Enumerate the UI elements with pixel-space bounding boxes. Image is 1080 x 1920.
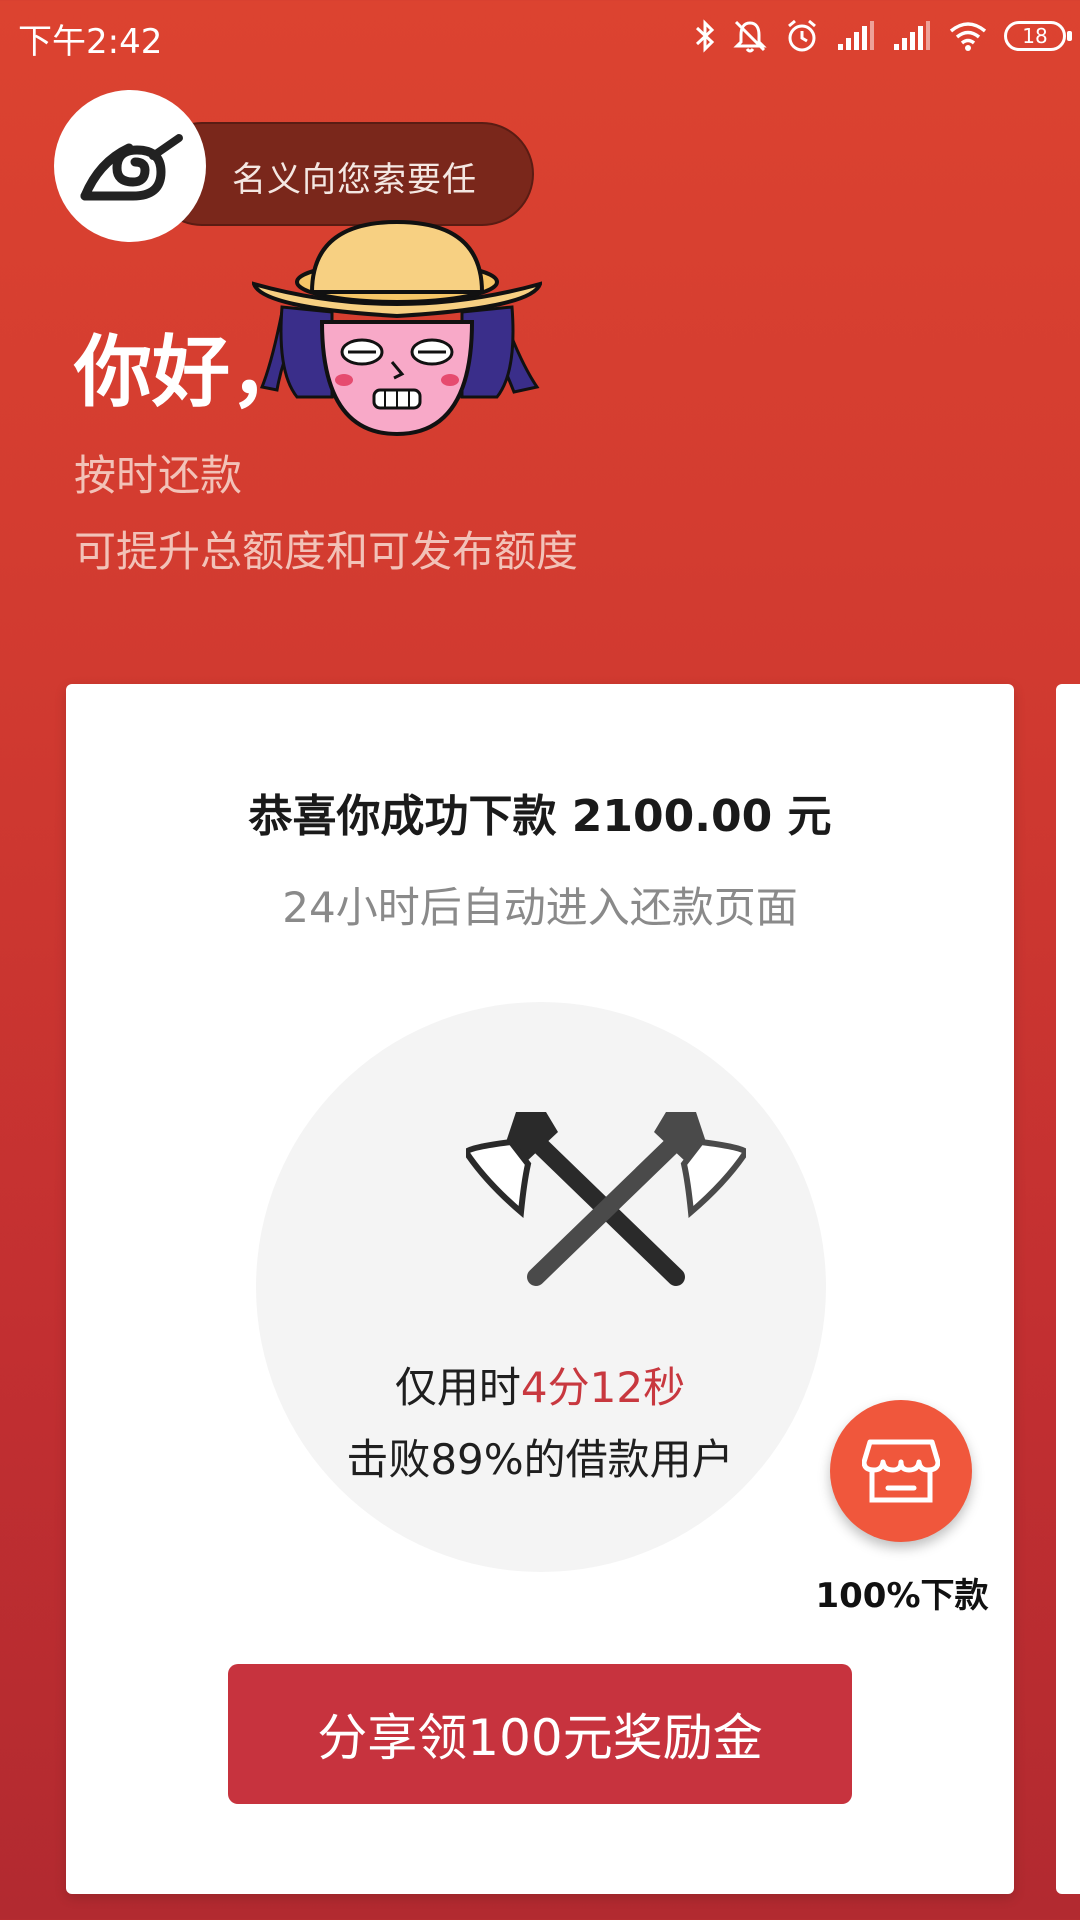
- status-time: 下午2:42: [18, 22, 163, 62]
- battery-icon: 18: [1004, 21, 1072, 51]
- battery-level: 18: [1022, 24, 1048, 48]
- fab-label: 100%下款: [815, 1576, 989, 1616]
- repay-tip-line1: 按时还款: [74, 451, 243, 500]
- store-fab-button[interactable]: [830, 1400, 972, 1542]
- elapsed-time-prefix: 仅用时: [394, 1363, 521, 1412]
- avatar[interactable]: [54, 90, 206, 242]
- signal-icon: [838, 21, 874, 50]
- repay-tip-line2: 可提升总额度和可发布额度: [74, 527, 579, 576]
- leaf-swirl-icon: [80, 134, 183, 201]
- status-bar: 下午2:42 18: [0, 0, 1080, 72]
- next-card-peek[interactable]: [1056, 684, 1080, 1894]
- success-title: 恭喜你成功下款 2100.00 元: [248, 791, 832, 842]
- store-icon: [862, 1439, 940, 1503]
- bluetooth-icon: [695, 19, 715, 53]
- wifi-icon: [949, 22, 987, 51]
- alarm-icon: [788, 19, 816, 52]
- status-icons: 18: [694, 14, 1072, 58]
- crossed-axes-icon: [466, 1112, 746, 1286]
- elapsed-time-value: 4分12秒: [520, 1363, 686, 1412]
- notice-text: 名义向您索要任: [232, 160, 477, 200]
- loan-success-card: 恭喜你成功下款 2100.00 元 24小时后自动进入还款页面 仅用时4分12秒…: [66, 684, 1014, 1894]
- success-subtitle: 24小时后自动进入还款页面: [282, 883, 798, 932]
- greeting-title: 你好，: [74, 328, 309, 418]
- mute-icon: [733, 20, 767, 53]
- share-reward-button[interactable]: 分享领100元奖励金: [228, 1664, 852, 1804]
- signal-icon: [894, 21, 930, 50]
